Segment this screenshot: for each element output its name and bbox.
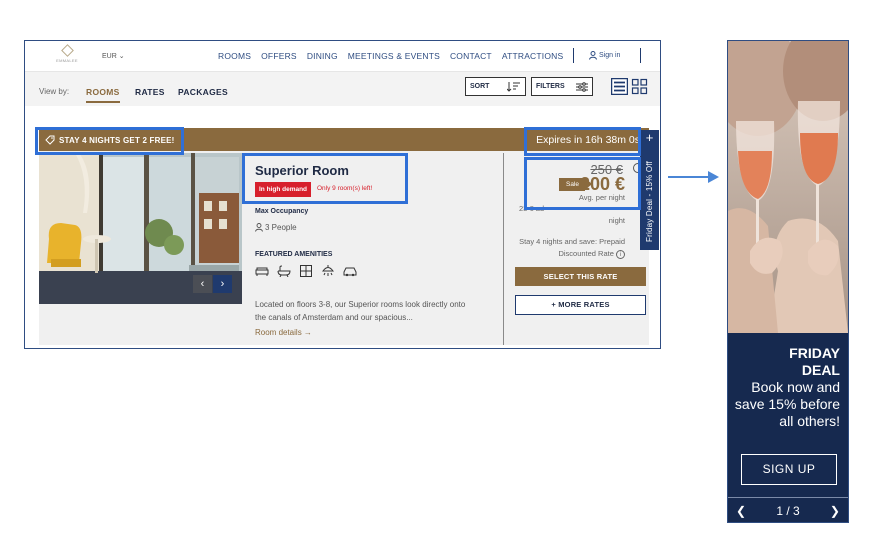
sofa-icon: [255, 267, 269, 276]
info-icon[interactable]: i: [616, 249, 625, 259]
room-description: Located on floors 3-8, our Superior room…: [255, 300, 466, 322]
extra-fee-unit: night: [608, 216, 625, 225]
chevron-right-icon: ›: [220, 278, 225, 290]
plus-icon: +: [645, 130, 654, 145]
room-photo[interactable]: ‹ ›: [39, 153, 242, 304]
chevron-right-icon[interactable]: ❯: [830, 504, 840, 518]
amenities-heading: FEATURED AMENITIES: [255, 251, 333, 258]
nav-offers[interactable]: OFFERS: [261, 51, 297, 61]
list-view-icon[interactable]: [611, 78, 628, 95]
shower-icon: [322, 265, 334, 276]
user-icon: [589, 51, 597, 60]
nav-divider: [640, 48, 641, 63]
bathtub-icon: [277, 265, 291, 277]
tag-icon: [45, 135, 55, 145]
filters-label: FILTERS: [536, 83, 565, 90]
expiry-countdown: Expires in 16h 38m 0s: [536, 134, 640, 146]
sign-in-link[interactable]: Sign in: [589, 51, 620, 60]
chevron-left-icon: ‹: [200, 278, 205, 290]
room-details-link[interactable]: Room details →: [255, 328, 312, 337]
sort-label: SORT: [470, 83, 490, 90]
high-demand-badge: In high demand: [255, 182, 312, 197]
select-rate-button[interactable]: SELECT THIS RATE: [515, 267, 646, 286]
slide-counter: 1 / 3: [776, 504, 800, 518]
tab-packages[interactable]: PACKAGES: [178, 87, 228, 97]
nav-contact[interactable]: CONTACT: [450, 51, 492, 61]
friday-deal-tab[interactable]: + Friday Deal - 15% Off: [640, 130, 659, 250]
view-toolbar: View by: ROOMS RATES PACKAGES SORT FILTE…: [25, 72, 660, 106]
sign-up-button[interactable]: SIGN UP: [741, 454, 837, 485]
main-nav: ROOMS OFFERS DINING MEETINGS & EVENTS CO…: [218, 51, 563, 61]
champagne-toast-photo: [728, 41, 848, 333]
deal-title-line-2: DEAL: [801, 362, 840, 378]
image-next-button[interactable]: ›: [213, 275, 232, 293]
max-occupancy-label: Max Occupancy: [255, 208, 309, 215]
chevron-left-icon[interactable]: ❮: [736, 504, 746, 518]
banner-pagination: ❮ 1 / 3 ❯: [728, 501, 848, 521]
arrow-right-icon: [708, 171, 719, 183]
currency-label: EUR: [102, 53, 117, 60]
occupancy-value: 3 People: [255, 223, 297, 232]
deal-title-line-1: FRIDAY: [789, 345, 840, 361]
rate-note: Stay 4 nights and save: Prepaid Discount…: [495, 236, 625, 260]
logo-diamond-icon: [60, 44, 74, 57]
banner-divider: [728, 497, 848, 498]
filters-button[interactable]: FILTERS: [531, 77, 593, 96]
promo-bar: STAY 4 NIGHTS GET 2 FREE! Expires in 16h…: [39, 128, 649, 151]
person-icon: [255, 223, 263, 232]
view-by-label: View by:: [39, 87, 70, 96]
rooms-left-notice: Only 9 room(s) left!: [317, 185, 373, 192]
sort-button[interactable]: SORT: [465, 77, 526, 96]
sale-price: 200 €: [579, 174, 625, 194]
room-card: STAY 4 NIGHTS GET 2 FREE! Expires in 16h…: [39, 128, 649, 345]
extra-fee: 23 € ad: [519, 204, 545, 213]
room-title[interactable]: Superior Room: [255, 163, 349, 178]
amenities-list: [255, 265, 357, 277]
chevron-down-icon: ⌄: [118, 53, 125, 60]
image-prev-button[interactable]: ‹: [193, 275, 212, 293]
friday-deal-tab-label: Friday Deal - 15% Off: [645, 161, 654, 242]
hotel-logo[interactable]: EMMALEE: [55, 44, 79, 69]
nav-attractions[interactable]: ATTRACTIONS: [502, 51, 564, 61]
rate-note-text: Stay 4 nights and save: Prepaid Discount…: [519, 237, 625, 258]
logo-text: EMMALEE: [56, 58, 78, 63]
nav-dining[interactable]: DINING: [307, 51, 338, 61]
arrow-connector: [668, 176, 710, 178]
grid-view-icon[interactable]: [631, 78, 648, 95]
car-icon: [343, 267, 357, 277]
top-navigation: EMMALEE EUR ⌄ ROOMS OFFERS DINING MEETIN…: [25, 41, 660, 72]
tab-rooms[interactable]: ROOMS: [86, 87, 120, 103]
avg-per-night: Avg. per night: [578, 193, 625, 202]
people-count: 3 People: [265, 223, 297, 232]
nav-rooms[interactable]: ROOMS: [218, 51, 251, 61]
sign-in-label: Sign in: [599, 52, 621, 59]
sort-icon: [507, 81, 520, 92]
currency-selector[interactable]: EUR ⌄: [102, 52, 125, 60]
more-rates-button[interactable]: + MORE RATES: [515, 295, 646, 315]
nav-meetings-events[interactable]: MEETINGS & EVENTS: [348, 51, 440, 61]
window-icon: [300, 265, 312, 277]
nav-divider: [573, 48, 574, 63]
promo-offer: STAY 4 NIGHTS GET 2 FREE!: [45, 135, 175, 145]
promo-text: STAY 4 NIGHTS GET 2 FREE!: [59, 135, 175, 145]
friday-deal-banner: FRIDAY DEAL Book now and save 15% before…: [727, 40, 849, 523]
tab-rates[interactable]: RATES: [135, 87, 165, 97]
filter-sliders-icon: [576, 81, 588, 92]
booking-panel: EMMALEE EUR ⌄ ROOMS OFFERS DINING MEETIN…: [24, 40, 661, 349]
deal-body: Book now and save 15% before all others!: [734, 379, 840, 429]
deal-title: FRIDAY DEAL: [789, 345, 840, 379]
